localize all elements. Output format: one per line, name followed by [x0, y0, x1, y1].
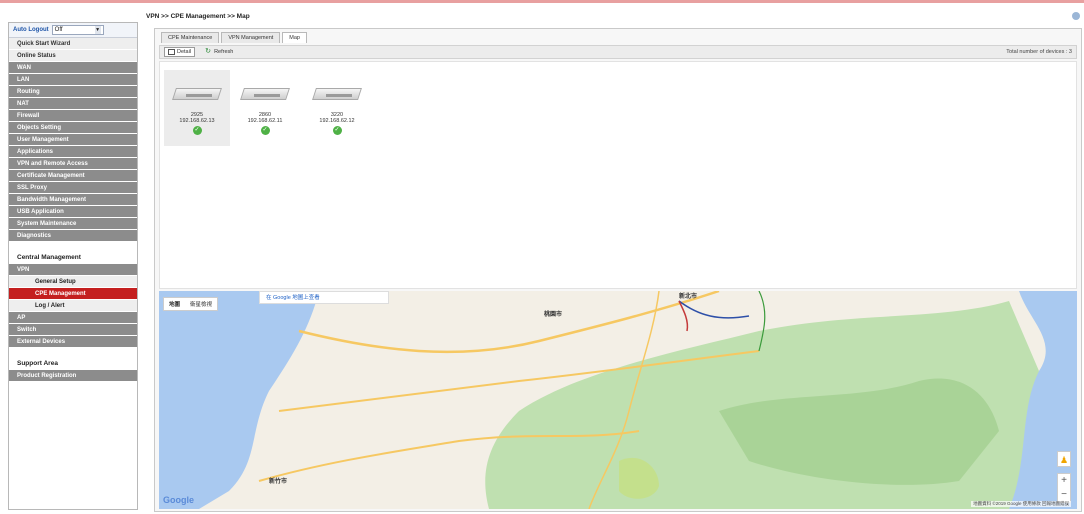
sidebar-item-quick-start-wizard[interactable]: Quick Start Wizard	[9, 38, 137, 50]
device-ip: 192.168.62.13	[179, 118, 215, 124]
central-management-menu: VPN General Setup CPE Management Log / Aler…	[9, 264, 137, 348]
sidebar-item-usb-application[interactable]: USB Application	[9, 206, 137, 218]
sidebar-item-wan[interactable]: WAN	[9, 62, 137, 74]
pegman-icon[interactable]: ♟	[1057, 451, 1071, 467]
sidebar-item-ssl-proxy[interactable]: SSL Proxy	[9, 182, 137, 194]
sidebar-item-log-alert[interactable]: Log / Alert	[9, 300, 137, 312]
window-icon	[168, 49, 175, 55]
sidebar-item-switch[interactable]: Switch	[9, 324, 137, 336]
open-in-google-maps-link[interactable]: 在 Google 地圖上查看	[259, 291, 389, 304]
content-panel: CPE Maintenance VPN Management Map Detai…	[154, 28, 1082, 512]
router-icon	[172, 82, 222, 106]
support-area-title: Support Area	[17, 360, 58, 367]
device-count: Total number of devices : 3	[1006, 49, 1072, 55]
toolbar: Detail ↻ Refresh Total number of devices…	[159, 45, 1077, 59]
main-content: VPN >> CPE Management >> Map CPE Mainten…	[146, 12, 1084, 512]
router-icon	[312, 82, 362, 106]
map-view[interactable]: 桃園市 新竹市 新北市 地圖 衛星檢視 在 Google 地圖上查看 ♟ + −…	[159, 291, 1077, 509]
device-ip: 192.168.62.12	[319, 118, 355, 124]
sidebar-item-objects-setting[interactable]: Objects Setting	[9, 122, 137, 134]
support-area-menu: Product Registration	[9, 370, 137, 382]
map-canvas	[159, 291, 1077, 509]
google-logo: Google	[163, 495, 194, 505]
zoom-in-button[interactable]: +	[1058, 474, 1070, 488]
sidebar-item-online-status[interactable]: Online Status	[9, 50, 137, 62]
refresh-label: Refresh	[214, 49, 234, 55]
device-card[interactable]: 3220 192.168.62.12 ✓	[304, 70, 370, 146]
detail-label: Detail	[177, 49, 192, 55]
map-attribution[interactable]: 地圖資料 ©2019 Google 使用條款 回報地圖錯誤	[971, 501, 1071, 507]
status-ok-icon: ✓	[260, 126, 270, 135]
sidebar-item-lan[interactable]: LAN	[9, 74, 137, 86]
device-list: 2925 192.168.62.13 ✓ 2860 192.168.62.11 …	[159, 61, 1077, 289]
map-type-map-button[interactable]: 地圖	[164, 298, 185, 310]
auto-logout-row: Auto Logout Off ▼	[9, 23, 137, 38]
sidebar: Auto Logout Off ▼ Quick Start Wizard Onli…	[8, 22, 138, 510]
auto-logout-label: Auto Logout	[13, 27, 49, 33]
device-ip: 192.168.62.11	[247, 118, 283, 124]
auto-logout-value: Off	[54, 27, 63, 33]
sidebar-item-product-registration[interactable]: Product Registration	[9, 370, 137, 382]
map-type-control: 地圖 衛星檢視	[163, 297, 219, 311]
status-ok-icon: ✓	[192, 126, 202, 135]
tab-vpn-management[interactable]: VPN Management	[221, 32, 281, 43]
refresh-button[interactable]: ↻ Refresh	[201, 47, 236, 57]
zoom-out-button[interactable]: −	[1058, 488, 1070, 502]
sidebar-item-ap[interactable]: AP	[9, 312, 137, 324]
zoom-control: + −	[1057, 473, 1071, 503]
sidebar-item-applications[interactable]: Applications	[9, 146, 137, 158]
sidebar-item-certificate-management[interactable]: Certificate Management	[9, 170, 137, 182]
sidebar-item-nat[interactable]: NAT	[9, 98, 137, 110]
map-city-label: 桃園市	[544, 312, 563, 318]
sidebar-item-user-management[interactable]: User Management	[9, 134, 137, 146]
sidebar-item-general-setup[interactable]: General Setup	[9, 276, 137, 288]
chevron-down-icon: ▼	[94, 26, 101, 34]
sidebar-item-bandwidth-management[interactable]: Bandwidth Management	[9, 194, 137, 206]
breadcrumb: VPN >> CPE Management >> Map	[146, 13, 250, 20]
tab-bar: CPE Maintenance VPN Management Map	[161, 32, 307, 43]
auto-logout-select[interactable]: Off ▼	[51, 25, 104, 35]
sidebar-item-system-maintenance[interactable]: System Maintenance	[9, 218, 137, 230]
central-management-title: Central Management	[17, 254, 81, 261]
map-city-label: 新北市	[679, 294, 698, 300]
sidebar-item-vpn[interactable]: VPN	[9, 264, 137, 276]
refresh-icon: ↻	[205, 48, 211, 55]
sidebar-item-cpe-management[interactable]: CPE Management	[9, 288, 137, 300]
sidebar-item-vpn-and-remote-access[interactable]: VPN and Remote Access	[9, 158, 137, 170]
sidebar-item-firewall[interactable]: Firewall	[9, 110, 137, 122]
detail-button[interactable]: Detail	[164, 47, 196, 57]
sidebar-menu: Quick Start Wizard Online Status WAN LAN Rou…	[9, 38, 137, 242]
sidebar-item-external-devices[interactable]: External Devices	[9, 336, 137, 348]
device-card[interactable]: 2925 192.168.62.13 ✓	[164, 70, 230, 146]
tab-cpe-maintenance[interactable]: CPE Maintenance	[161, 32, 220, 43]
status-ok-icon: ✓	[332, 126, 342, 135]
sidebar-item-diagnostics[interactable]: Diagnostics	[9, 230, 137, 242]
map-type-satellite-button[interactable]: 衛星檢視	[185, 298, 217, 310]
tab-map[interactable]: Map	[282, 32, 307, 43]
sidebar-item-routing[interactable]: Routing	[9, 86, 137, 98]
top-border	[0, 0, 1084, 10]
device-card[interactable]: 2860 192.168.62.11 ✓	[232, 70, 298, 146]
router-icon	[240, 82, 290, 106]
map-city-label: 新竹市	[269, 479, 288, 485]
